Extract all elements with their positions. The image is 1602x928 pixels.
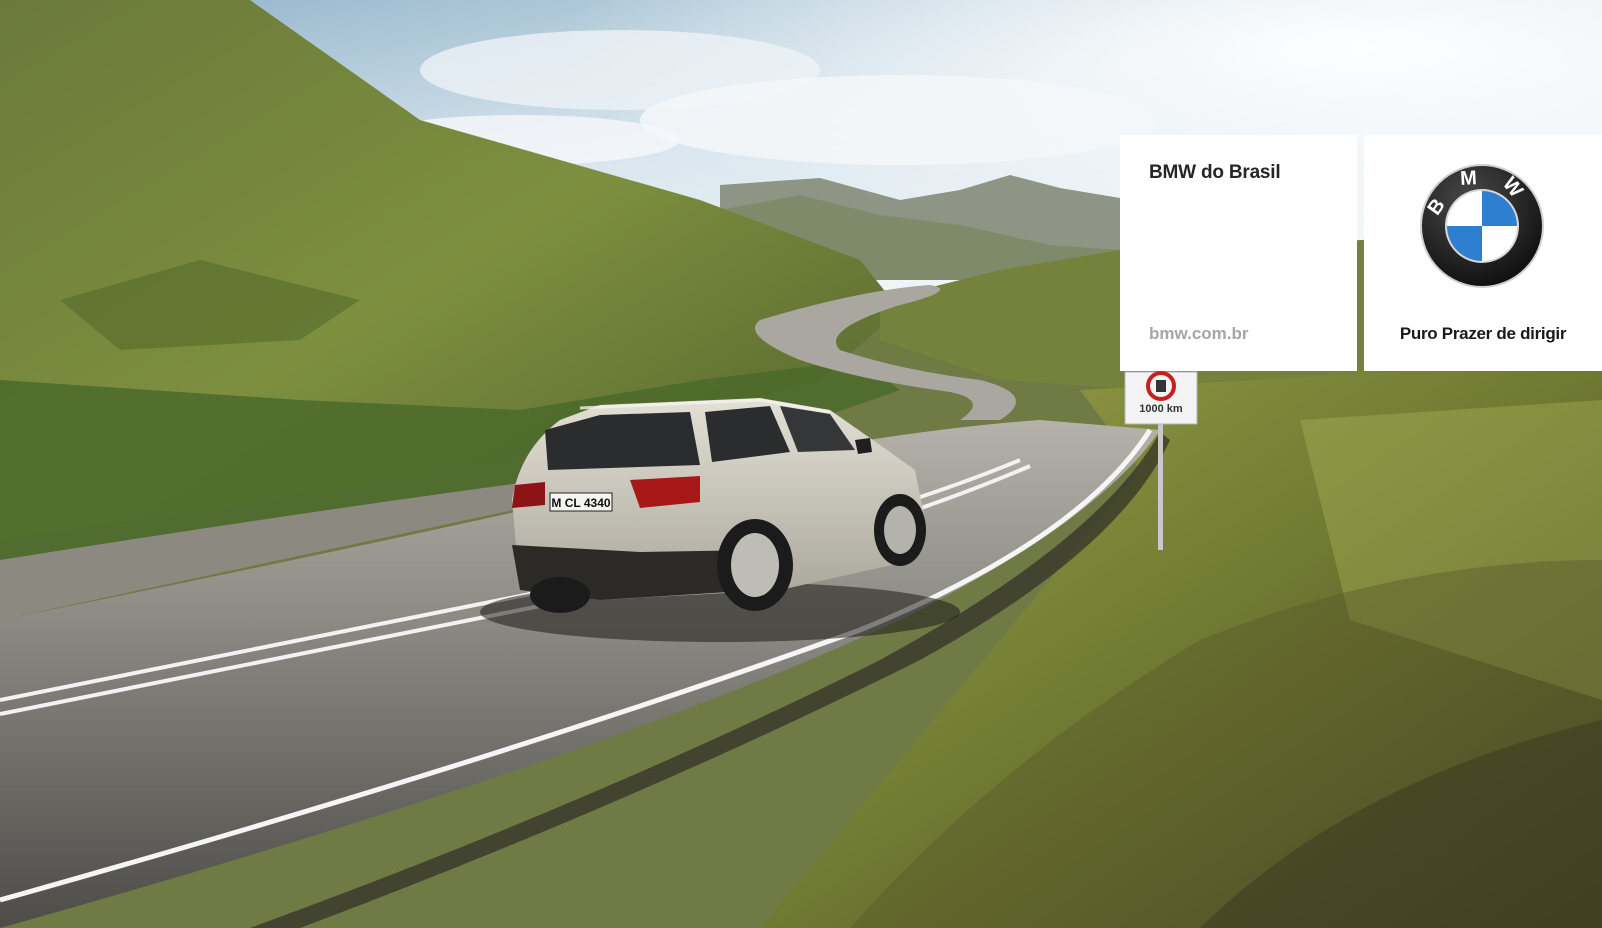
road-sign-text: 1000 km <box>1139 403 1183 415</box>
license-plate-text: M CL 4340 <box>551 496 610 510</box>
brand-name: BMW do Brasil <box>1149 162 1281 183</box>
logo-letter-m: M <box>1460 166 1500 190</box>
ad-banner: 1000 km M CL 4340 BMW do Brasil bmw.com.… <box>0 0 1602 928</box>
tagline: Puro Prazer de dirigir <box>1399 324 1567 343</box>
website-link[interactable]: bmw.com.br <box>1149 324 1249 344</box>
brand-panel: BMW do Brasil bmw.com.br <box>1120 135 1357 371</box>
logo-panel: BMW Puro Prazer de dirigir <box>1364 135 1602 371</box>
bmw-logo-icon[interactable]: BMW <box>1418 162 1546 290</box>
road-sign-pole <box>1158 410 1163 550</box>
hero-photo-scene: 1000 km M CL 4340 <box>0 0 1602 928</box>
